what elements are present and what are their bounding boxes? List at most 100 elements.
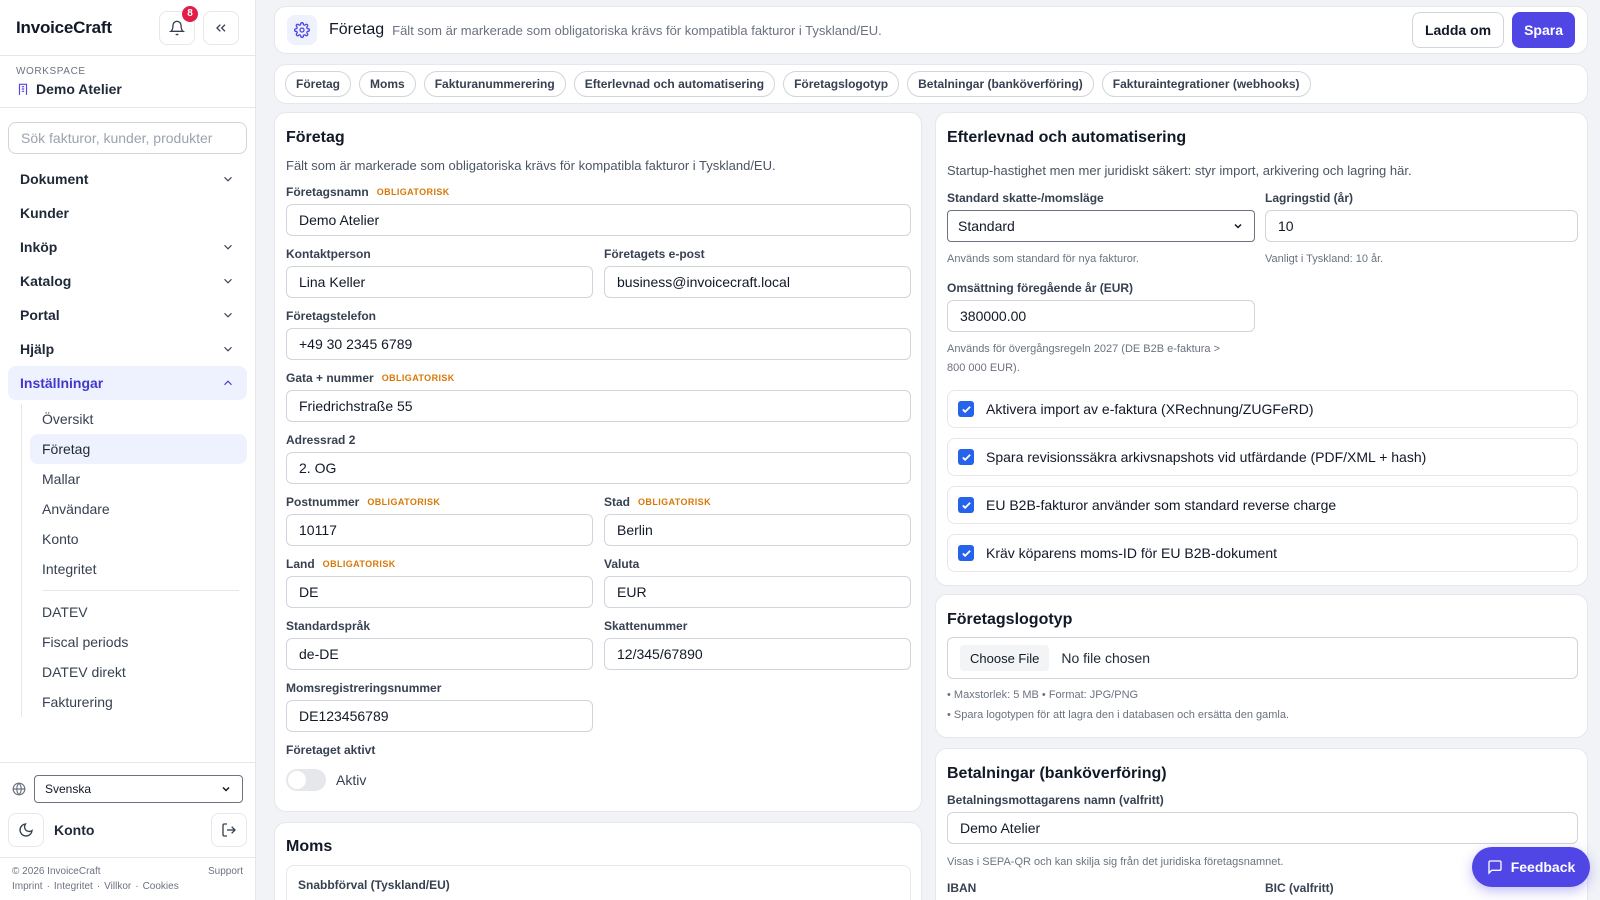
sub-item-fiscal-periods[interactable]: Fiscal periods xyxy=(30,627,247,657)
tab-moms[interactable]: Moms xyxy=(359,71,416,97)
label-text: Land xyxy=(286,557,315,571)
sidebar-item-dokument[interactable]: Dokument xyxy=(8,162,247,196)
company-active-toggle[interactable] xyxy=(286,769,326,791)
turnover-label: Omsättning föregående år (EUR) xyxy=(947,281,1134,295)
language-value: Svenska xyxy=(45,782,92,796)
tax-number-input[interactable]: 12/345/67890 xyxy=(604,638,911,670)
imprint-link[interactable]: Imprint xyxy=(12,881,43,892)
sub-item-fakturering[interactable]: Fakturering xyxy=(30,687,247,717)
company-card-desc: Fält som är markerade som obligatoriska … xyxy=(286,158,776,173)
country-input[interactable]: DE xyxy=(286,576,593,608)
street-input[interactable]: Friedrichstraße 55 xyxy=(286,390,911,422)
address2-label: Adressrad 2 xyxy=(286,433,356,447)
chevron-down-icon xyxy=(224,176,232,182)
collapse-sidebar-button[interactable] xyxy=(203,10,239,45)
company-email-input[interactable]: business@invoicecraft.local xyxy=(604,266,911,298)
workspace-switcher[interactable]: WORKSPACE Demo Atelier xyxy=(0,56,255,108)
turnover-hint: Används för övergångsregeln 2027 (DE B2B… xyxy=(947,340,1257,378)
company-phone-input[interactable]: +49 30 2345 6789 xyxy=(286,328,911,360)
sidebar-item-portal[interactable]: Portal xyxy=(8,298,247,332)
tab-foretag[interactable]: Företag xyxy=(285,71,352,97)
sub-item-anvandare[interactable]: Användare xyxy=(30,494,247,524)
sidebar-item-inkop[interactable]: Inköp xyxy=(8,230,247,264)
sub-item-integritet[interactable]: Integritet xyxy=(30,554,247,584)
notifications-button[interactable]: 8 xyxy=(159,5,198,45)
logout-button[interactable] xyxy=(211,813,247,847)
currency-input[interactable]: EUR xyxy=(604,576,911,608)
tab-betalningar[interactable]: Betalningar (banköverföring) xyxy=(907,71,1094,97)
label-text: Företagsnamn xyxy=(286,185,369,199)
retention-input[interactable]: 10 xyxy=(1265,210,1578,242)
vat-id-input[interactable]: DE123456789 xyxy=(286,700,593,732)
nav-label: Portal xyxy=(20,307,60,323)
logo-card: Företagslogotyp Choose File No file chos… xyxy=(935,594,1588,738)
nav-label: Inställningar xyxy=(20,375,104,391)
tab-logotyp[interactable]: Företagslogotyp xyxy=(783,71,900,97)
account-link[interactable]: Konto xyxy=(54,822,193,838)
terms-link[interactable]: Villkor xyxy=(104,881,131,892)
tab-efterlevnad[interactable]: Efterlevnad och automatisering xyxy=(573,71,776,97)
feedback-button[interactable]: Feedback xyxy=(1472,847,1590,887)
nav-label: Hjälp xyxy=(20,341,55,357)
sub-item-oversikt[interactable]: Översikt xyxy=(30,404,247,434)
sidebar-item-katalog[interactable]: Katalog xyxy=(8,264,247,298)
sidebar-search-input[interactable]: Sök fakturor, kunder, produkter xyxy=(8,122,247,154)
save-button[interactable]: Spara xyxy=(1512,12,1575,48)
theme-toggle-button[interactable] xyxy=(8,813,44,847)
language-select[interactable]: Svenska xyxy=(34,775,243,803)
archive-snapshots-checkbox[interactable]: Spara revisionssäkra arkivsnapshots vid … xyxy=(947,438,1578,476)
compliance-card-title: Efterlevnad och automatisering xyxy=(947,129,1187,146)
tab-fakturanummerering[interactable]: Fakturanummerering xyxy=(423,71,566,97)
nav-label: Dokument xyxy=(20,171,89,187)
payee-hint: Visas i SEPA-QR och kan skilja sig från … xyxy=(947,856,1284,868)
support-link[interactable]: Support xyxy=(208,866,243,877)
submenu-divider xyxy=(42,590,239,591)
address2-input[interactable]: 2. OG xyxy=(286,452,911,484)
sidebar-item-hjalp[interactable]: Hjälp xyxy=(8,332,247,366)
sub-item-konto[interactable]: Konto xyxy=(30,524,247,554)
cookies-link[interactable]: Cookies xyxy=(143,881,179,892)
city-input[interactable]: Berlin xyxy=(604,514,911,546)
chevron-down-icon xyxy=(224,312,232,318)
sidebar-item-kunder[interactable]: Kunder xyxy=(8,196,247,230)
company-active-label: Företaget aktivt xyxy=(286,743,376,757)
company-name-input[interactable]: Demo Atelier xyxy=(286,204,911,236)
zip-input[interactable]: 10117 xyxy=(286,514,593,546)
reload-button[interactable]: Ladda om xyxy=(1411,12,1505,48)
label-text: Postnummer xyxy=(286,495,360,509)
sidebar-footer: Svenska Konto © 2026 InvoiceCraft Support… xyxy=(0,762,255,900)
require-buyer-vat-id-checkbox[interactable]: Kräv köparens moms-ID för EU B2B-dokumen… xyxy=(947,534,1578,572)
enable-einvoice-import-checkbox[interactable]: Aktivera import av e-faktura (XRechnung/… xyxy=(947,390,1578,428)
tab-webhooks[interactable]: Fakturaintegrationer (webhooks) xyxy=(1101,71,1311,97)
logo-file-input[interactable]: Choose File No file chosen xyxy=(947,637,1578,679)
section-tabs: Företag Moms Fakturanummerering Efterlev… xyxy=(274,64,1588,104)
reverse-charge-checkbox[interactable]: EU B2B-fakturor använder som standard re… xyxy=(947,486,1578,524)
sidebar-nav: Dokument Kunder Inköp Katalog Portal Hjä… xyxy=(0,162,255,717)
company-active-row: Aktiv xyxy=(286,769,366,791)
separator: · xyxy=(46,881,50,892)
copyright: © 2026 InvoiceCraft xyxy=(12,866,101,877)
moon-icon xyxy=(19,823,33,837)
sidebar-item-installningar[interactable]: Inställningar xyxy=(8,366,247,400)
retention-label: Lagringstid (år) xyxy=(1265,191,1354,205)
country-label: Land OBLIGATORISK xyxy=(286,557,396,571)
sub-item-datev-direkt[interactable]: DATEV direkt xyxy=(30,657,247,687)
sub-item-mallar[interactable]: Mallar xyxy=(30,464,247,494)
gear-icon xyxy=(294,22,310,38)
nav-label: Katalog xyxy=(20,273,72,289)
tax-mode-select[interactable]: Standard xyxy=(947,210,1255,242)
payee-name-input[interactable]: Demo Atelier xyxy=(947,812,1578,844)
sub-item-datev[interactable]: DATEV xyxy=(30,597,247,627)
city-label: Stad OBLIGATORISK xyxy=(604,495,711,509)
email-label: Företagets e-post xyxy=(604,247,705,261)
settings-submenu: Översikt Företag Mallar Användare Konto … xyxy=(21,404,247,717)
workspace-name: Demo Atelier xyxy=(36,81,122,97)
chevron-down-icon xyxy=(224,244,232,250)
sub-item-foretag[interactable]: Företag xyxy=(30,434,247,464)
page-header: Företag Fält som är markerade som obliga… xyxy=(274,6,1588,54)
default-language-input[interactable]: de-DE xyxy=(286,638,593,670)
turnover-input[interactable]: 380000.00 xyxy=(947,300,1255,332)
contact-person-input[interactable]: Lina Keller xyxy=(286,266,593,298)
privacy-link[interactable]: Integritet xyxy=(54,881,93,892)
choose-file-button[interactable]: Choose File xyxy=(960,645,1050,671)
